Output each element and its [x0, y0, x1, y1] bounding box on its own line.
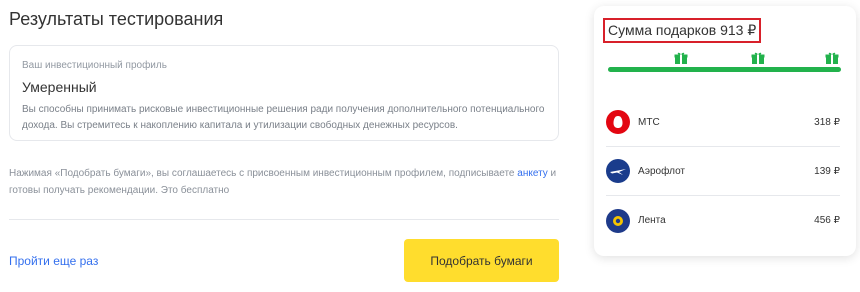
gift-icon: [674, 51, 688, 65]
list-item: Лента 456 ₽: [606, 196, 840, 245]
gift-item-amount: 318 ₽: [814, 116, 840, 128]
profile-value: Умеренный: [22, 79, 97, 95]
gift-item-name: Лента: [638, 215, 666, 226]
profile-description: Вы способны принимать рисковые инвестици…: [22, 104, 545, 131]
gifts-list: МТС 318 ₽ Аэрофлот 139 ₽ Лента 456 ₽: [606, 98, 840, 245]
aeroflot-logo-icon: [606, 159, 630, 183]
lenta-logo-icon: [606, 208, 630, 233]
gift-item-amount: 456 ₽: [814, 215, 840, 226]
gift-item-amount: 139 ₽: [814, 165, 840, 177]
profile-label: Ваш инвестиционный профиль: [22, 60, 167, 71]
retry-test-link[interactable]: Пройти еще раз: [9, 254, 98, 268]
gift-item-name: Аэрофлот: [638, 165, 685, 177]
gifts-progress-fill: [608, 67, 841, 72]
list-item: МТС 318 ₽: [606, 98, 840, 147]
gift-icon: [751, 51, 765, 65]
pick-securities-button[interactable]: Подобрать бумаги: [404, 239, 559, 282]
mts-logo-icon: [606, 110, 630, 134]
gifts-card: Сумма подарков 913 ₽ МТС 318 ₽ Аэрофлот …: [594, 6, 856, 256]
gifts-sum-label: Сумма подарков 913 ₽: [603, 18, 762, 43]
consent-text: Нажимая «Подобрать бумаги», вы соглашает…: [9, 165, 561, 199]
divider: [9, 219, 559, 220]
gift-item-name: МТС: [638, 116, 660, 128]
questionnaire-link[interactable]: анкету: [517, 168, 548, 179]
list-item: Аэрофлот 139 ₽: [606, 147, 840, 196]
gifts-progress-bar: [608, 67, 841, 72]
consent-text-before: Нажимая «Подобрать бумаги», вы соглашает…: [9, 168, 518, 179]
gift-icon: [825, 51, 839, 65]
investment-profile-card: Ваш инвестиционный профиль Умеренный Вы …: [9, 45, 559, 141]
page-title: Результаты тестирования: [9, 9, 224, 29]
